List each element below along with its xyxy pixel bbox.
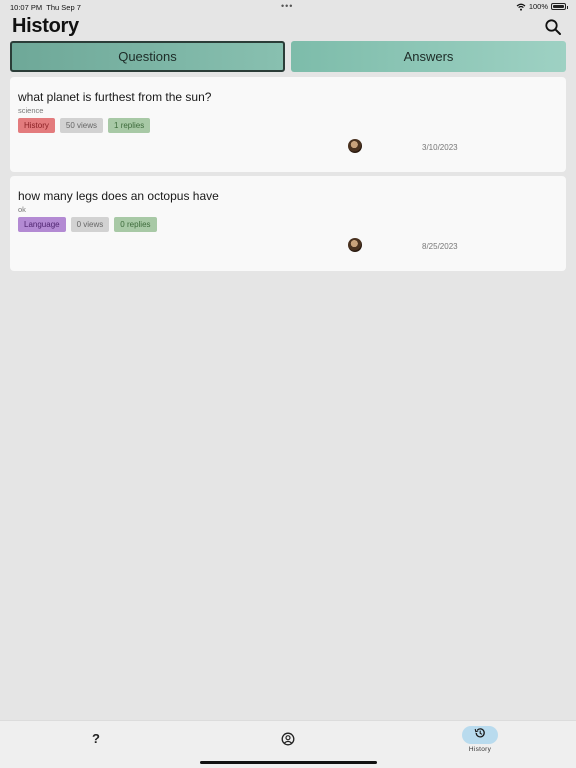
nav-profile[interactable] — [281, 732, 295, 751]
question-title: what planet is furthest from the sun? — [18, 90, 212, 104]
profile-icon — [281, 732, 295, 750]
tab-answers-label: Answers — [403, 49, 454, 64]
home-indicator[interactable] — [200, 761, 377, 764]
multitasking-dots[interactable]: ••• — [281, 1, 293, 11]
wifi-icon — [516, 3, 526, 11]
question-category: science — [18, 106, 44, 115]
tag-row: Language 0 views 0 replies — [18, 217, 157, 232]
avatar — [348, 139, 362, 153]
question-card[interactable]: how many legs does an octopus have ok La… — [10, 176, 566, 271]
subject-tag: History — [18, 118, 55, 133]
replies-tag: 0 replies — [114, 217, 157, 232]
question-title: how many legs does an octopus have — [18, 189, 219, 203]
page-title: History — [12, 15, 79, 37]
battery-percent: 100% — [528, 2, 548, 11]
search-icon[interactable] — [544, 18, 562, 36]
battery-icon — [551, 3, 568, 10]
tab-questions[interactable]: Questions — [10, 41, 285, 72]
tab-answers[interactable]: Answers — [291, 41, 566, 72]
views-tag: 0 views — [70, 217, 110, 232]
nav-history[interactable] — [462, 726, 498, 744]
history-icon — [474, 726, 486, 744]
status-time: 10:07 PM Thu Sep 7 — [10, 3, 81, 12]
nav-history-label: History — [468, 746, 492, 753]
status-date: Thu Sep 7 — [46, 3, 81, 12]
tag-row: History 50 views 1 replies — [18, 118, 151, 133]
avatar — [348, 238, 362, 252]
subject-tag: Language — [18, 217, 66, 232]
question-mark-icon: ? — [92, 731, 100, 746]
nav-ask-question[interactable]: ? — [88, 731, 104, 746]
replies-tag: 1 replies — [108, 118, 151, 133]
tab-questions-label: Questions — [118, 49, 177, 64]
question-date: 8/25/2023 — [422, 242, 458, 251]
status-bar: 10:07 PM Thu Sep 7 ••• 100% — [0, 0, 576, 14]
question-date: 3/10/2023 — [422, 143, 458, 152]
question-card[interactable]: what planet is furthest from the sun? sc… — [10, 77, 566, 172]
status-right: 100% — [516, 2, 568, 11]
question-category: ok — [18, 205, 26, 214]
status-clock: 10:07 PM — [10, 3, 43, 12]
views-tag: 50 views — [59, 118, 104, 133]
